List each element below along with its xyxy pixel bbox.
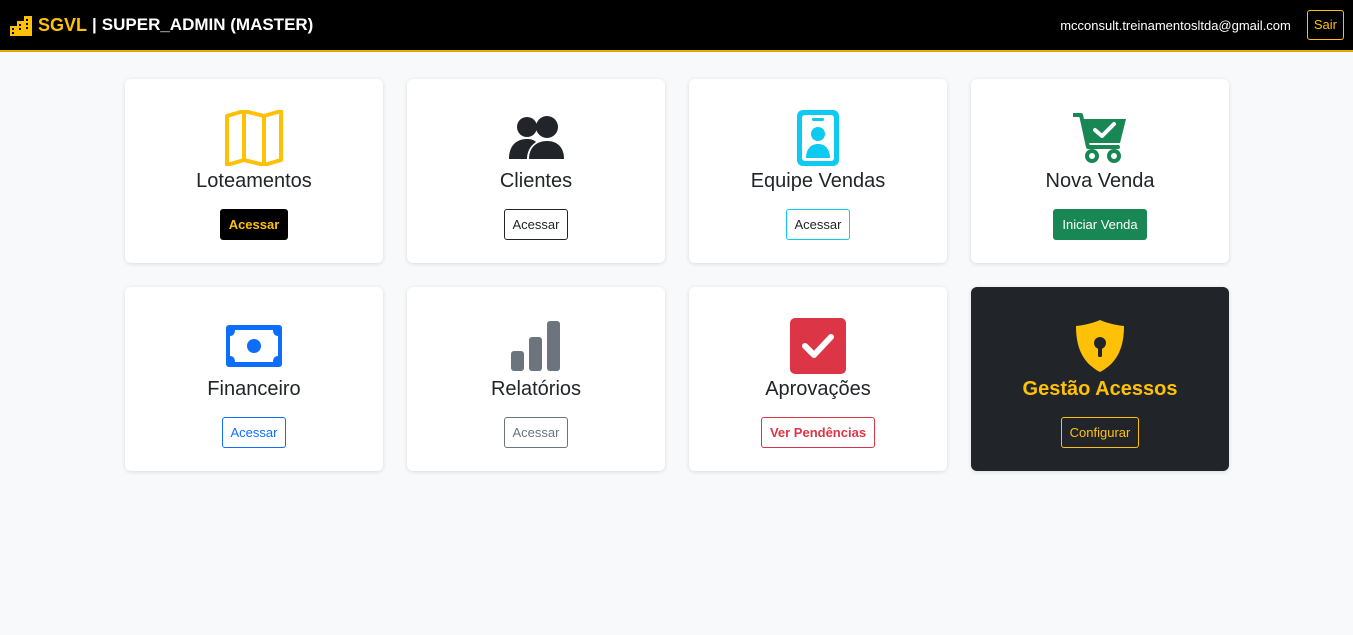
access-clientes-button[interactable]: Acessar <box>503 209 569 240</box>
card-clientes: Clientes Acessar <box>407 79 665 263</box>
buildings-icon <box>10 15 32 36</box>
card-nova-venda: Nova Venda Iniciar Venda <box>971 79 1229 263</box>
brand-separator: | <box>92 15 97 34</box>
access-financeiro-button[interactable]: Acessar <box>221 417 287 448</box>
card-gestao-acessos: Gestão Acessos Configurar <box>971 287 1229 471</box>
cash-icon <box>125 317 383 375</box>
badge-icon <box>689 109 947 167</box>
start-sale-button[interactable]: Iniciar Venda <box>1053 209 1147 240</box>
card-equipe-vendas: Equipe Vendas Acessar <box>689 79 947 263</box>
configure-button[interactable]: Configurar <box>1060 417 1140 448</box>
card-title: Relatórios <box>490 378 582 400</box>
card-title: Clientes <box>499 170 573 192</box>
bar-chart-icon <box>407 317 665 375</box>
cart-check-icon <box>971 109 1229 167</box>
user-role: SUPER_ADMIN (MASTER) <box>101 15 314 34</box>
top-navbar: SGVL | SUPER_ADMIN (MASTER) mcconsult.tr… <box>0 0 1353 52</box>
check-square-icon <box>689 317 947 375</box>
card-title: Financeiro <box>207 378 301 400</box>
card-title: Loteamentos <box>196 170 312 192</box>
card-title: Gestão Acessos <box>1022 378 1178 400</box>
card-title: Nova Venda <box>1045 170 1155 192</box>
brand-name: SGVL <box>38 14 88 35</box>
card-aprovacoes: Aprovações Ver Pendências <box>689 287 947 471</box>
card-relatorios: Relatórios Acessar <box>407 287 665 471</box>
view-pending-button[interactable]: Ver Pendências <box>760 417 876 448</box>
people-icon <box>407 109 665 167</box>
access-relatorios-button[interactable]: Acessar <box>503 417 569 448</box>
shield-lock-icon <box>971 317 1229 375</box>
module-grid: Loteamentos Acessar Clientes Acessar Equ… <box>125 79 1229 471</box>
card-title: Aprovações <box>765 378 871 400</box>
brand[interactable]: SGVL | SUPER_ADMIN (MASTER) <box>10 15 313 36</box>
map-icon <box>125 109 383 167</box>
logout-button[interactable]: Sair <box>1306 10 1344 40</box>
access-equipe-vendas-button[interactable]: Acessar <box>785 209 851 240</box>
nav-right: mcconsult.treinamentosltda@gmail.com Sai… <box>1060 10 1344 40</box>
access-loteamentos-button[interactable]: Acessar <box>219 209 289 240</box>
card-title: Equipe Vendas <box>750 170 886 192</box>
card-loteamentos: Loteamentos Acessar <box>125 79 383 263</box>
user-email: mcconsult.treinamentosltda@gmail.com <box>1060 17 1291 33</box>
card-financeiro: Financeiro Acessar <box>125 287 383 471</box>
